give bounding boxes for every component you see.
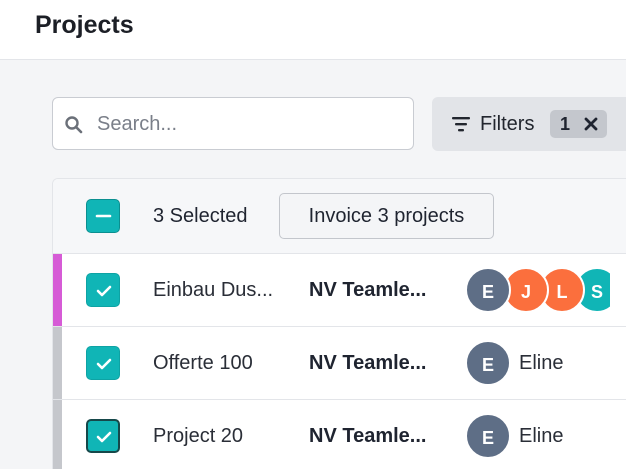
selected-count: 3 Selected xyxy=(153,205,248,227)
projects-table: 3 Selected Invoice 3 projects Einbau Dus… xyxy=(52,178,626,469)
table-row[interactable]: Project 20 NV Teamle... E Eline xyxy=(53,400,626,469)
filters-label: Filters xyxy=(480,113,535,135)
filter-count: 1 xyxy=(560,114,571,134)
row-checkbox[interactable] xyxy=(86,346,120,380)
client-name: NV Teamle... xyxy=(309,425,427,447)
project-name[interactable]: Offerte 100 xyxy=(153,350,293,376)
filters-button[interactable]: Filters 1 xyxy=(432,97,626,151)
invoice-projects-button[interactable]: Invoice 3 projects xyxy=(279,193,494,239)
minus-icon xyxy=(95,214,112,218)
search-input[interactable] xyxy=(97,110,397,138)
status-stripe xyxy=(53,400,62,469)
bulk-action-bar: 3 Selected Invoice 3 projects xyxy=(53,179,626,254)
select-all-checkbox[interactable] xyxy=(86,199,120,233)
assignee-name: Eline xyxy=(519,352,564,374)
check-icon xyxy=(96,358,112,370)
client-name: NV Teamle... xyxy=(309,279,427,301)
search-box[interactable] xyxy=(52,97,414,150)
avatar: E xyxy=(465,413,511,459)
page-title: Projects xyxy=(35,11,134,39)
filter-icon xyxy=(452,117,470,132)
table-row[interactable]: Offerte 100 NV Teamle... E Eline xyxy=(53,327,626,400)
avatar: E xyxy=(465,340,511,386)
client-name: NV Teamle... xyxy=(309,352,427,374)
search-icon xyxy=(65,116,83,134)
row-checkbox[interactable] xyxy=(86,419,120,453)
clear-filters-icon[interactable] xyxy=(584,117,598,131)
table-row[interactable]: Einbau Dus... NV Teamle... E J L S xyxy=(53,254,626,327)
check-icon xyxy=(96,285,112,297)
row-checkbox[interactable] xyxy=(86,273,120,307)
check-icon xyxy=(96,431,112,443)
status-stripe xyxy=(53,254,62,326)
active-filter-badge: 1 xyxy=(550,110,607,138)
avatar: E xyxy=(465,267,511,313)
assignee-name: Eline xyxy=(519,425,564,447)
project-name[interactable]: Project 20 xyxy=(153,423,293,449)
project-name[interactable]: Einbau Dus... xyxy=(153,277,293,303)
top-bar: Projects xyxy=(0,0,626,60)
assignee-avatars: E J L S xyxy=(465,267,610,313)
status-stripe xyxy=(53,327,62,399)
